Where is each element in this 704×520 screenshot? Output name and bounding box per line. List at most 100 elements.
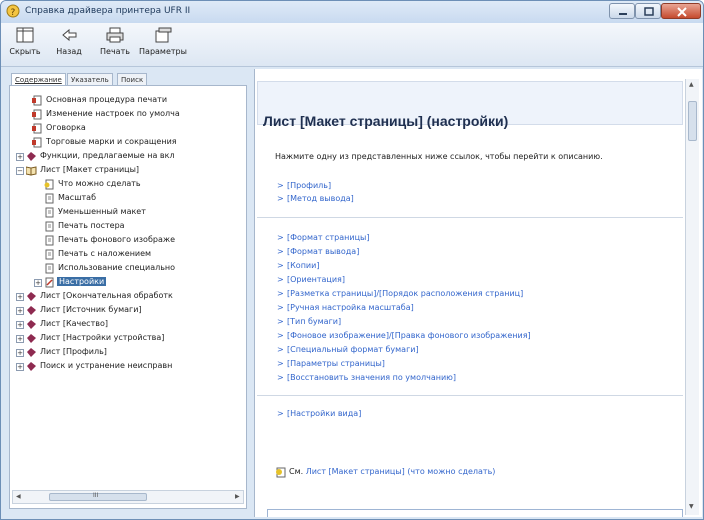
link-bullet-icon: >	[277, 194, 284, 203]
page-icon	[44, 179, 54, 190]
hide-button[interactable]: Скрыть	[7, 24, 43, 64]
content-box-edge	[267, 509, 683, 517]
page-icon	[45, 263, 54, 274]
expand-toggle[interactable]: +	[34, 279, 42, 287]
options-icon	[155, 27, 172, 43]
print-label: Печать	[100, 47, 130, 56]
page-icon	[45, 207, 54, 218]
page-icon	[45, 221, 54, 232]
options-label: Параметры	[139, 47, 187, 56]
link-bullet-icon: >	[277, 247, 284, 256]
book-icon	[27, 292, 36, 301]
minimize-icon	[619, 13, 627, 15]
grip-icon: III	[93, 492, 99, 499]
see-prefix: См.	[289, 467, 304, 476]
hide-pane-icon	[16, 27, 34, 43]
book-icon	[27, 152, 36, 161]
scroll-left-arrow-icon[interactable]: ◀	[16, 493, 21, 500]
link-output-method[interactable]: [Метод вывода]	[287, 194, 354, 203]
help-page-icon	[32, 123, 42, 134]
link-page-options[interactable]: [Параметры страницы]	[287, 359, 385, 368]
printer-icon	[106, 27, 124, 43]
book-icon	[27, 334, 36, 343]
link-profile[interactable]: [Профиль]	[287, 181, 331, 190]
help-app-icon: ?	[6, 4, 20, 18]
book-icon	[27, 306, 36, 315]
close-button[interactable]	[661, 3, 701, 19]
link-bullet-icon: >	[277, 289, 284, 298]
divider	[257, 395, 683, 396]
link-bullet-icon: >	[277, 275, 284, 284]
link-bullet-icon: >	[277, 373, 284, 382]
page-title: Лист [Макет страницы] (настройки)	[263, 113, 509, 129]
link-page-layout[interactable]: [Разметка страницы]/[Порядок расположени…	[287, 289, 523, 298]
link-view-settings[interactable]: [Настройки вида]	[287, 409, 361, 418]
help-page-icon	[32, 137, 42, 148]
link-restore-defaults[interactable]: [Восстановить значения по умолчанию]	[287, 373, 456, 382]
link-bullet-icon: >	[277, 331, 284, 340]
open-book-icon	[26, 166, 37, 176]
see-also: См. Лист [Макет страницы] (что можно сде…	[275, 467, 496, 478]
page-icon	[45, 235, 54, 246]
contents-pane: Основная процедура печати Изменение наст…	[9, 85, 247, 509]
intro-text: Нажмите одну из представленных ниже ссыл…	[275, 152, 603, 161]
expand-toggle[interactable]: +	[16, 307, 24, 315]
book-icon	[27, 320, 36, 329]
see-also-link[interactable]: Лист [Макет страницы] (что можно сделать…	[306, 467, 496, 476]
minimize-button[interactable]	[609, 3, 635, 19]
link-bullet-icon: >	[277, 233, 284, 242]
link-bullet-icon: >	[277, 261, 284, 270]
expand-toggle[interactable]: +	[16, 153, 24, 161]
hide-label: Скрыть	[9, 47, 41, 56]
link-copies[interactable]: [Копии]	[287, 261, 319, 270]
link-bullet-icon: >	[277, 409, 284, 418]
expand-toggle[interactable]: +	[16, 321, 24, 329]
see-also-icon	[276, 467, 286, 478]
maximize-icon	[644, 7, 654, 16]
link-page-size[interactable]: [Формат страницы]	[287, 233, 369, 242]
maximize-button[interactable]	[635, 3, 661, 19]
divider	[257, 217, 683, 218]
expand-toggle[interactable]: +	[16, 349, 24, 357]
link-bullet-icon: >	[277, 359, 284, 368]
back-button[interactable]: Назад	[51, 24, 87, 64]
scroll-down-arrow-icon[interactable]: ▼	[689, 503, 694, 510]
expand-toggle[interactable]: +	[16, 363, 24, 371]
link-manual-scaling[interactable]: [Ручная настройка масштаба]	[287, 303, 414, 312]
scroll-thumb[interactable]	[688, 101, 697, 141]
link-orientation[interactable]: [Ориентация]	[287, 275, 345, 284]
link-bullet-icon: >	[277, 317, 284, 326]
page-icon	[45, 193, 54, 204]
help-page-icon	[32, 95, 42, 106]
link-custom-paper[interactable]: [Специальный формат бумаги]	[287, 345, 419, 354]
expand-toggle[interactable]: +	[16, 293, 24, 301]
close-icon	[677, 7, 687, 17]
scroll-right-arrow-icon[interactable]: ▶	[235, 493, 240, 500]
link-output-size[interactable]: [Формат вывода]	[287, 247, 359, 256]
horizontal-scrollbar[interactable]: ◀ III ▶	[12, 490, 244, 504]
scroll-up-arrow-icon[interactable]: ▲	[689, 81, 694, 88]
link-paper-type[interactable]: [Тип бумаги]	[287, 317, 341, 326]
back-label: Назад	[56, 47, 82, 56]
link-background-image[interactable]: [Фоновое изображение]/[Правка фонового и…	[287, 331, 531, 340]
help-page-icon	[32, 109, 42, 120]
collapse-toggle[interactable]: −	[16, 167, 24, 175]
print-button[interactable]: Печать	[95, 24, 135, 64]
link-bullet-icon: >	[277, 181, 284, 190]
content-pane: Лист [Макет страницы] (настройки) Нажмит…	[254, 69, 702, 517]
contents-tree: Основная процедура печати Изменение наст…	[16, 95, 180, 371]
link-bullet-icon: >	[277, 303, 284, 312]
back-arrow-icon	[62, 28, 77, 42]
help-window: ? Справка драйвера принтера UFR II Скрыт…	[0, 0, 704, 520]
expand-toggle[interactable]: +	[16, 335, 24, 343]
window-title: Справка драйвера принтера UFR II	[25, 6, 191, 16]
book-icon	[27, 348, 36, 357]
link-bullet-icon: >	[277, 345, 284, 354]
options-button[interactable]: Параметры	[139, 24, 187, 64]
book-icon	[27, 362, 36, 371]
svg-text:?: ?	[11, 8, 16, 18]
toolbar: Скрыть Назад Печать Параметры	[1, 23, 703, 67]
title-bar: ? Справка драйвера принтера UFR II	[1, 1, 703, 23]
vertical-scrollbar[interactable]: ▲ ▼	[685, 79, 699, 515]
page-icon	[45, 249, 54, 260]
